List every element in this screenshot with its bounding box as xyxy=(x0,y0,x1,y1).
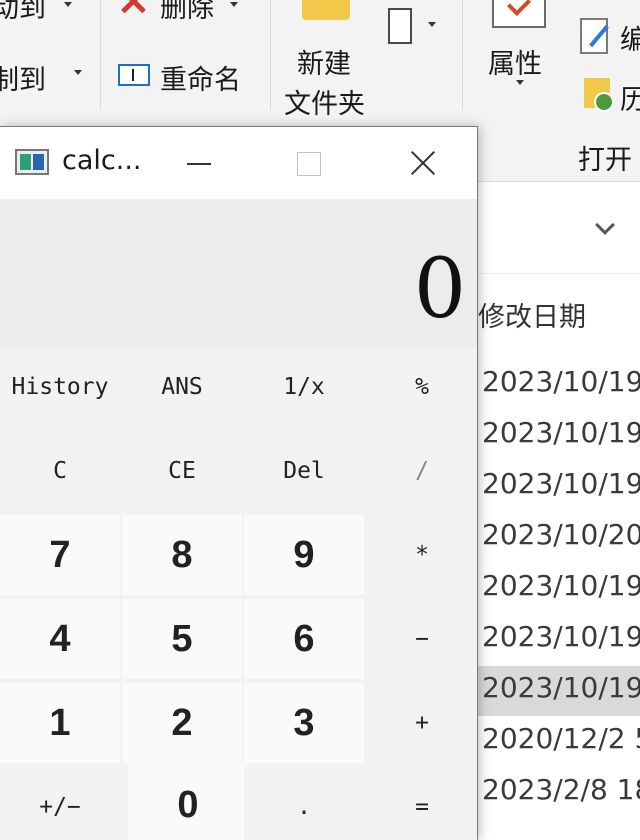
file-date: 2023/10/19 2 xyxy=(482,569,640,602)
digit-0-button[interactable]: 0 xyxy=(128,763,248,840)
history-icon xyxy=(584,78,614,112)
percent-button[interactable]: % xyxy=(366,347,477,427)
clear-button[interactable]: C xyxy=(0,431,120,511)
file-date: 2023/10/19 2 xyxy=(482,620,640,653)
move-to-button[interactable]: 动到 xyxy=(0,0,46,25)
edit-icon xyxy=(580,18,608,54)
equals-button[interactable]: = xyxy=(366,767,477,840)
minimize-button[interactable] xyxy=(168,143,228,183)
close-button[interactable] xyxy=(396,143,450,183)
file-row[interactable]: 2023/2/8 18: xyxy=(478,768,640,818)
file-date: 2023/10/19 2 xyxy=(482,365,640,398)
history-button[interactable]: 历 xyxy=(620,78,640,117)
file-date: 2023/10/20 1 xyxy=(482,518,640,551)
add-button[interactable]: + xyxy=(366,683,477,763)
copy-to-button[interactable]: 制到 xyxy=(0,58,46,97)
negate-button[interactable]: +/− xyxy=(0,767,120,840)
file-date: 2023/2/8 18: xyxy=(482,773,640,806)
new-folder-label-line2[interactable]: 文件夹 xyxy=(284,82,365,121)
delete-dropdown-arrow-icon[interactable] xyxy=(230,2,238,7)
subtract-button[interactable]: − xyxy=(366,599,477,679)
ribbon-divider xyxy=(462,0,463,110)
file-row[interactable]: 2023/10/19 2 xyxy=(478,615,640,665)
window-title: calc... xyxy=(62,145,142,176)
maximize-button[interactable] xyxy=(278,143,338,183)
title-bar[interactable]: calc... xyxy=(0,127,477,199)
clear-entry-button[interactable]: CE xyxy=(122,431,242,511)
history-button[interactable]: History xyxy=(0,347,120,427)
delete-button[interactable]: 删除 xyxy=(160,0,214,25)
ribbon-divider xyxy=(100,0,101,110)
properties-icon xyxy=(492,0,546,28)
copy-to-dropdown-arrow-icon[interactable] xyxy=(74,70,82,75)
new-folder-icon xyxy=(302,0,350,20)
ribbon-divider xyxy=(270,0,271,110)
file-date: 2023/10/19 2 xyxy=(482,416,640,449)
decimal-button[interactable]: . xyxy=(244,767,364,840)
rename-button[interactable]: 重命名 xyxy=(160,58,241,97)
delete-x-icon xyxy=(116,0,152,16)
calculator-window: calc... 0 History ANS 1/x % C CE Del / 7… xyxy=(0,126,478,840)
digit-9-button[interactable]: 9 xyxy=(244,515,364,595)
digit-4-button[interactable]: 4 xyxy=(0,599,120,679)
file-row[interactable]: 2023/10/19 2 xyxy=(478,564,640,614)
column-header-modified-date[interactable]: 修改日期 xyxy=(478,295,586,334)
keypad: History ANS 1/x % C CE Del / 7 8 9 * 4 5… xyxy=(0,347,477,840)
display-value: 0 xyxy=(413,242,466,337)
reciprocal-button[interactable]: 1/x xyxy=(244,347,364,427)
properties-dropdown-arrow-icon[interactable] xyxy=(516,80,524,85)
file-date: 2020/12/2 5: xyxy=(482,722,640,755)
properties-button[interactable]: 属性 xyxy=(488,42,542,81)
file-row[interactable]: 2020/12/2 5: xyxy=(478,717,640,767)
new-folder-label-line1[interactable]: 新建 xyxy=(297,42,351,81)
open-group-label: 打开 xyxy=(578,145,632,176)
rename-icon xyxy=(118,64,150,86)
edit-button[interactable]: 编 xyxy=(620,18,640,57)
digit-6-button[interactable]: 6 xyxy=(244,599,364,679)
digit-2-button[interactable]: 2 xyxy=(122,683,242,763)
delete-button[interactable]: Del xyxy=(244,431,364,511)
file-row-selected[interactable]: 2023/10/19 2 xyxy=(478,666,640,716)
digit-7-button[interactable]: 7 xyxy=(0,515,120,595)
file-date: 2023/10/19 2 xyxy=(482,467,640,500)
new-item-icon[interactable] xyxy=(388,8,412,44)
calculator-app-icon xyxy=(15,149,49,175)
file-row[interactable]: 2023/10/19 2 xyxy=(478,360,640,410)
file-row[interactable]: 2023/10/20 1 xyxy=(478,513,640,563)
digit-3-button[interactable]: 3 xyxy=(244,683,364,763)
new-item-dropdown-arrow-icon[interactable] xyxy=(428,22,436,27)
digit-8-button[interactable]: 8 xyxy=(122,515,242,595)
ans-button[interactable]: ANS xyxy=(122,347,242,427)
digit-5-button[interactable]: 5 xyxy=(122,599,242,679)
file-row[interactable]: 2023/10/19 2 xyxy=(478,411,640,461)
digit-1-button[interactable]: 1 xyxy=(0,683,120,763)
file-date: 2023/10/19 2 xyxy=(482,671,640,704)
calculator-display: 0 xyxy=(0,199,477,347)
multiply-button[interactable]: * xyxy=(366,515,477,595)
file-row[interactable]: 2023/10/19 2 xyxy=(478,462,640,512)
move-to-dropdown-arrow-icon[interactable] xyxy=(64,2,72,7)
chevron-down-icon[interactable] xyxy=(595,215,615,235)
divide-button[interactable]: / xyxy=(366,431,477,511)
